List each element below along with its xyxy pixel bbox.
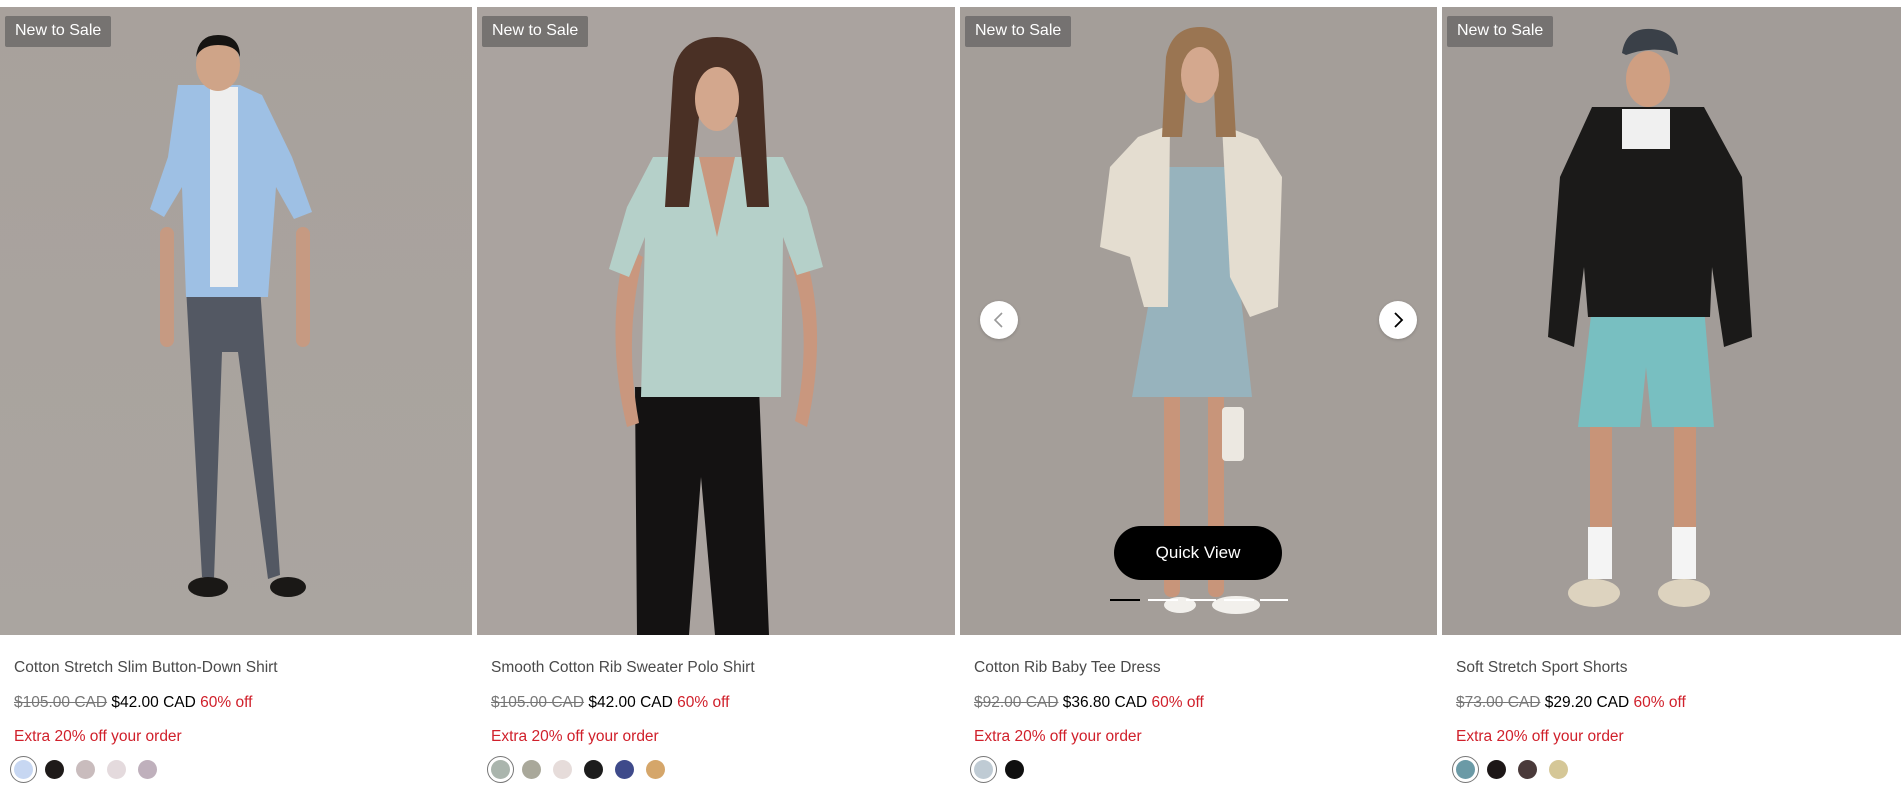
color-swatches <box>487 756 941 783</box>
product-card[interactable]: New to Sale Smooth Cotton Rib Sweater Po… <box>477 7 955 791</box>
product-info: Soft Stretch Sport Shorts $73.00 CAD $29… <box>1452 659 1901 783</box>
discount-label: 60% off <box>1151 694 1204 711</box>
product-card[interactable]: New to Sale Quick View Cotton Rib Baby T… <box>960 7 1437 791</box>
color-swatch[interactable] <box>1518 760 1537 779</box>
new-to-sale-badge: New to Sale <box>1447 16 1554 47</box>
color-swatches <box>970 756 1424 783</box>
chevron-right-icon <box>1391 311 1405 329</box>
color-swatch[interactable] <box>615 760 634 779</box>
price-row: $105.00 CAD $42.00 CAD 60% off <box>491 694 941 712</box>
sale-price: $29.20 CAD <box>1544 694 1630 711</box>
product-name[interactable]: Cotton Stretch Slim Button-Down Shirt <box>14 659 464 677</box>
discount-label: 60% off <box>677 694 730 711</box>
previous-image-button[interactable] <box>980 301 1018 339</box>
carousel-dot[interactable] <box>1224 599 1254 601</box>
color-swatch[interactable] <box>487 756 514 783</box>
product-info: Cotton Stretch Slim Button-Down Shirt $1… <box>10 659 464 783</box>
product-image[interactable]: New to Sale <box>0 7 472 635</box>
product-name[interactable]: Cotton Rib Baby Tee Dress <box>974 659 1424 677</box>
product-image[interactable]: New to Sale <box>1442 7 1901 635</box>
image-carousel-indicator <box>1110 599 1288 602</box>
promo-text: Extra 20% off your order <box>1456 728 1624 745</box>
chevron-left-icon <box>992 311 1006 329</box>
promo-text: Extra 20% off your order <box>14 728 182 745</box>
original-price: $105.00 CAD <box>491 694 585 711</box>
color-swatch[interactable] <box>584 760 603 779</box>
carousel-dot[interactable] <box>1148 599 1178 601</box>
original-price: $73.00 CAD <box>1456 694 1541 711</box>
new-to-sale-badge: New to Sale <box>965 16 1072 47</box>
color-swatch[interactable] <box>1549 760 1568 779</box>
new-to-sale-badge: New to Sale <box>482 16 589 47</box>
product-name[interactable]: Soft Stretch Sport Shorts <box>1456 659 1901 677</box>
sale-price: $36.80 CAD <box>1062 694 1148 711</box>
product-grid: New to Sale Cotton Stretch Slim Button-D… <box>0 7 1901 791</box>
product-info: Cotton Rib Baby Tee Dress $92.00 CAD $36… <box>970 659 1424 783</box>
product-info: Smooth Cotton Rib Sweater Polo Shirt $10… <box>487 659 941 783</box>
original-price: $105.00 CAD <box>14 694 108 711</box>
new-to-sale-badge: New to Sale <box>5 16 112 47</box>
color-swatch[interactable] <box>1452 756 1479 783</box>
color-swatch[interactable] <box>522 760 541 779</box>
color-swatch[interactable] <box>553 760 572 779</box>
color-swatch[interactable] <box>1005 760 1024 779</box>
color-swatch[interactable] <box>45 760 64 779</box>
price-row: $73.00 CAD $29.20 CAD 60% off <box>1456 694 1901 712</box>
color-swatch[interactable] <box>107 760 126 779</box>
color-swatch[interactable] <box>138 760 157 779</box>
carousel-dot[interactable] <box>1186 599 1216 601</box>
product-name[interactable]: Smooth Cotton Rib Sweater Polo Shirt <box>491 659 941 677</box>
discount-label: 60% off <box>1633 694 1686 711</box>
product-card[interactable]: New to Sale Cotton Stretch Slim Button-D… <box>0 7 472 791</box>
price-row: $92.00 CAD $36.80 CAD 60% off <box>974 694 1424 712</box>
color-swatches <box>1452 756 1901 783</box>
product-card[interactable]: New to Sale Soft Stretch Sport Shorts $7… <box>1442 7 1901 791</box>
color-swatch[interactable] <box>76 760 95 779</box>
color-swatch[interactable] <box>1487 760 1506 779</box>
color-swatch[interactable] <box>646 760 665 779</box>
carousel-dot[interactable] <box>1260 599 1288 601</box>
product-image[interactable]: New to Sale Quick View <box>960 7 1437 635</box>
discount-label: 60% off <box>200 694 253 711</box>
color-swatch[interactable] <box>10 756 37 783</box>
product-image[interactable]: New to Sale <box>477 7 955 635</box>
original-price: $92.00 CAD <box>974 694 1059 711</box>
next-image-button[interactable] <box>1379 301 1417 339</box>
quick-view-button[interactable]: Quick View <box>1114 526 1282 580</box>
sale-price: $42.00 CAD <box>588 694 673 711</box>
color-swatch[interactable] <box>970 756 997 783</box>
color-swatches <box>10 756 464 783</box>
sale-price: $42.00 CAD <box>111 694 196 711</box>
price-row: $105.00 CAD $42.00 CAD 60% off <box>14 694 464 712</box>
promo-text: Extra 20% off your order <box>491 728 659 745</box>
carousel-dot-active[interactable] <box>1110 599 1140 601</box>
promo-text: Extra 20% off your order <box>974 728 1142 745</box>
